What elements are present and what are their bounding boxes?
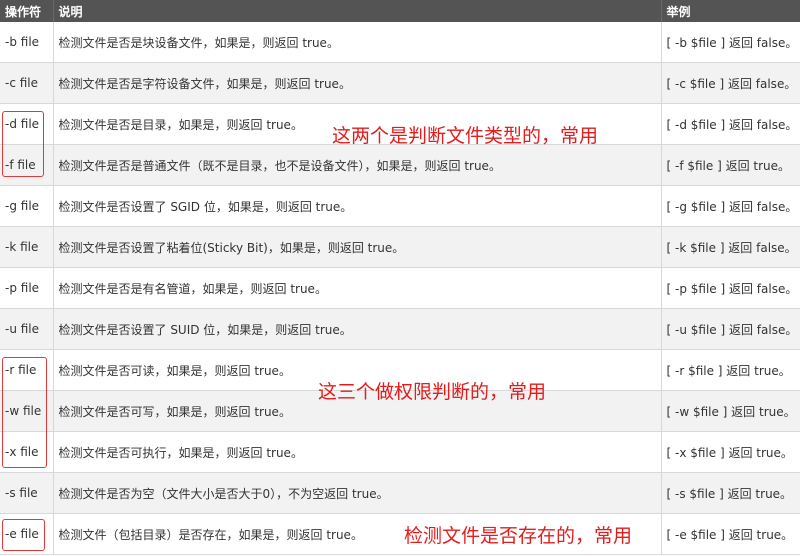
table-row: -u file 检测文件是否设置了 SUID 位，如果是，则返回 true。[ -… <box>0 308 800 350</box>
description-cell: 检测文件是否为空（文件大小是否大于0），不为空返回 true。 <box>53 472 662 514</box>
operator-cell: -c file <box>0 62 54 104</box>
table-row: -s file 检测文件是否为空（文件大小是否大于0），不为空返回 true。[ … <box>0 472 800 514</box>
example-cell: [ -x $file ] 返回 true。 <box>661 431 800 473</box>
file-type-highlight-box <box>2 111 44 177</box>
example-cell: [ -d $file ] 返回 false。 <box>661 103 800 145</box>
operator-cell: -k file <box>0 226 54 268</box>
exist-highlight-box <box>2 519 45 551</box>
header-description: 说明 <box>53 0 662 22</box>
table-row: -g file 检测文件是否设置了 SGID 位，如果是，则返回 true。[ -… <box>0 185 800 227</box>
permission-highlight-box <box>2 357 47 468</box>
description-cell: 检测文件是否是块设备文件，如果是，则返回 true。 <box>53 22 662 63</box>
table-row: -x file 检测文件是否可执行，如果是，则返回 true。[ -x $file… <box>0 431 800 473</box>
description-cell: 检测文件是否是字符设备文件，如果是，则返回 true。 <box>53 62 662 104</box>
operator-cell: -g file <box>0 185 54 227</box>
operator-cell: -b file <box>0 22 54 63</box>
description-cell: 检测文件是否可执行，如果是，则返回 true。 <box>53 431 662 473</box>
description-cell: 检测文件是否是普通文件（既不是目录，也不是设备文件），如果是，则返回 true。 <box>53 144 662 186</box>
description-cell: 检测文件是否设置了 SUID 位，如果是，则返回 true。 <box>53 308 662 350</box>
operator-cell: -u file <box>0 308 54 350</box>
operator-cell: -s file <box>0 472 54 514</box>
file-test-operators-table: 操作符 说明 举例 -b file 检测文件是否是块设备文件，如果是，则返回 tr… <box>0 0 800 555</box>
example-cell: [ -g $file ] 返回 false。 <box>661 185 800 227</box>
example-cell: [ -p $file ] 返回 false。 <box>661 267 800 309</box>
example-cell: [ -c $file ] 返回 false。 <box>661 62 800 104</box>
description-cell: 检测文件是否是有名管道，如果是，则返回 true。 <box>53 267 662 309</box>
exist-annotation: 检测文件是否存在的，常用 <box>404 525 633 547</box>
operator-cell: -p file <box>0 267 54 309</box>
header-operator: 操作符 <box>0 0 54 22</box>
example-cell: [ -w $file ] 返回 true。 <box>661 390 800 432</box>
example-cell: [ -s $file ] 返回 true。 <box>661 472 800 514</box>
table-row: -k file 检测文件是否设置了粘着位(Sticky Bit)，如果是，则返回 … <box>0 226 800 268</box>
example-cell: [ -f $file ] 返回 true。 <box>661 144 800 186</box>
example-cell: [ -e $file ] 返回 true。 <box>661 513 800 555</box>
table-row: -b file 检测文件是否是块设备文件，如果是，则返回 true。[ -b $f… <box>0 22 800 63</box>
table-row: -e file 检测文件（包括目录）是否存在，如果是，则返回 true。[ -e … <box>0 513 800 555</box>
permission-annotation: 这三个做权限判断的，常用 <box>318 381 547 403</box>
example-cell: [ -r $file ] 返回 true。 <box>661 349 800 391</box>
file-type-annotation: 这两个是判断文件类型的，常用 <box>332 125 599 147</box>
table-header-row: 操作符 说明 举例 <box>0 0 800 22</box>
example-cell: [ -k $file ] 返回 false。 <box>661 226 800 268</box>
description-cell: 检测文件是否设置了粘着位(Sticky Bit)，如果是，则返回 true。 <box>53 226 662 268</box>
example-cell: [ -u $file ] 返回 false。 <box>661 308 800 350</box>
table-row: -p file 检测文件是否是有名管道，如果是，则返回 true。[ -p $fi… <box>0 267 800 309</box>
table-row: -c file 检测文件是否是字符设备文件，如果是，则返回 true。[ -c $… <box>0 62 800 104</box>
header-example: 举例 <box>661 0 800 22</box>
example-cell: [ -b $file ] 返回 false。 <box>661 22 800 63</box>
table-row: -f file 检测文件是否是普通文件（既不是目录，也不是设备文件），如果是，则返… <box>0 144 800 186</box>
description-cell: 检测文件是否设置了 SGID 位，如果是，则返回 true。 <box>53 185 662 227</box>
